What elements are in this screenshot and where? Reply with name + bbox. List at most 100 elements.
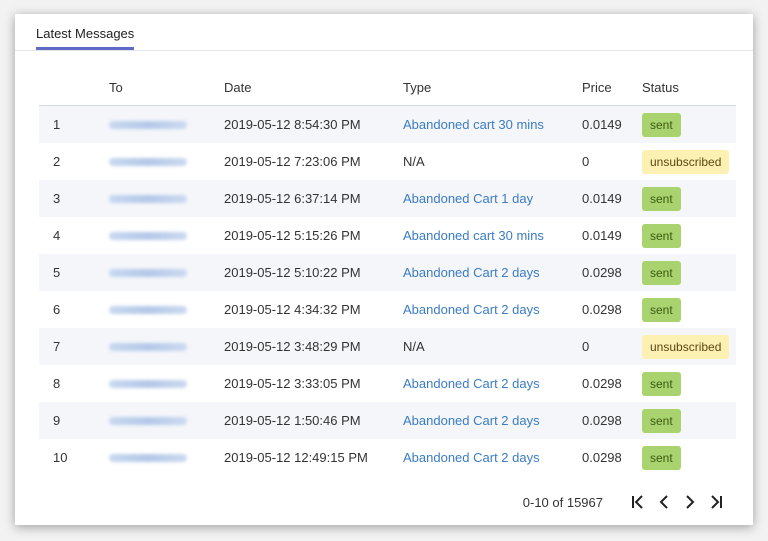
recipient-cell [109, 105, 224, 143]
status-badge: sent [642, 260, 681, 285]
header-date[interactable]: Date [224, 69, 403, 106]
price-cell: 0.0298 [582, 302, 622, 317]
recipient-redacted [109, 158, 187, 166]
recipient-cell [109, 180, 224, 217]
type-link[interactable]: Abandoned Cart 2 days [403, 265, 540, 280]
header-status[interactable]: Status [642, 69, 736, 106]
status-badge: sent [642, 223, 681, 248]
status-badge: unsubscribed [642, 334, 730, 359]
messages-table: To Date Type Price Status 1 2019-05-12 8:… [39, 69, 736, 476]
date-cell: 2019-05-12 12:49:15 PM [224, 450, 368, 465]
table-row[interactable]: 2 2019-05-12 7:23:06 PM N/A 0 unsubscribed [39, 143, 736, 180]
date-cell: 2019-05-12 3:48:29 PM [224, 328, 403, 365]
status-badge: sent [642, 371, 681, 396]
next-page-button[interactable] [677, 492, 703, 512]
date-cell: 2019-05-12 1:50:46 PM [224, 402, 403, 439]
table-row[interactable]: 8 2019-05-12 3:33:05 PM Abandoned Cart 2 d… [39, 365, 736, 402]
recipient-redacted [109, 269, 187, 277]
recipient-cell [109, 291, 224, 328]
recipient-redacted [109, 232, 187, 240]
type-link[interactable]: Abandoned Cart 2 days [403, 302, 540, 317]
row-number: 8 [53, 376, 61, 391]
last-page-icon [711, 495, 722, 509]
tab-latest-messages[interactable]: Latest Messages [36, 26, 135, 50]
table-header-row: To Date Type Price Status [39, 69, 736, 106]
price-cell: 0.0149 [582, 228, 622, 243]
type-link[interactable]: Abandoned Cart 2 days [403, 413, 540, 428]
first-page-button[interactable] [625, 492, 651, 512]
row-number: 1 [39, 105, 109, 143]
status-badge: sent [642, 297, 681, 322]
status-badge: sent [642, 186, 681, 211]
row-number: 6 [53, 302, 61, 317]
row-number: 7 [39, 328, 109, 365]
price-cell: 0.0298 [582, 450, 622, 465]
recipient-redacted [109, 121, 187, 129]
table-row[interactable]: 7 2019-05-12 3:48:29 PM N/A 0 unsubscribed [39, 328, 736, 365]
recipient-redacted [109, 306, 187, 314]
table-row[interactable]: 9 2019-05-12 1:50:46 PM Abandoned Cart 2 d… [39, 402, 736, 439]
status-badge: sent [642, 445, 681, 470]
date-cell: 2019-05-12 6:37:14 PM [224, 180, 403, 217]
recipient-redacted [109, 195, 187, 203]
price-cell: 0.0149 [582, 180, 642, 217]
header-num [39, 69, 109, 106]
type-link[interactable]: Abandoned cart 30 mins [403, 228, 544, 243]
row-number: 10 [53, 450, 68, 465]
price-cell: 0.0298 [582, 402, 642, 439]
date-cell: 2019-05-12 4:34:32 PM [224, 302, 361, 317]
date-cell: 2019-05-12 7:23:06 PM [224, 154, 361, 169]
price-cell: 0.0298 [582, 254, 642, 291]
recipient-redacted [109, 417, 187, 425]
first-page-icon [632, 495, 643, 509]
status-badge: unsubscribed [642, 149, 730, 174]
recipient-cell [109, 402, 224, 439]
date-cell: 2019-05-12 8:54:30 PM [224, 105, 403, 143]
type-link[interactable]: Abandoned Cart 2 days [403, 450, 540, 465]
type-link[interactable]: Abandoned Cart 1 day [403, 191, 533, 206]
table-row[interactable]: 6 2019-05-12 4:34:32 PM Abandoned Cart 2 d… [39, 291, 736, 328]
type-text: N/A [403, 339, 425, 354]
price-cell: 0 [582, 328, 642, 365]
recipient-redacted [109, 454, 187, 462]
type-link[interactable]: Abandoned Cart 2 days [403, 376, 540, 391]
date-cell: 2019-05-12 5:10:22 PM [224, 254, 403, 291]
recipient-redacted [109, 380, 187, 388]
tab-bar: Latest Messages [15, 14, 753, 51]
pagination-range: 0-10 of 15967 [522, 494, 603, 510]
recipient-cell [109, 217, 224, 254]
row-number: 2 [53, 154, 61, 169]
recipient-cell [109, 254, 224, 291]
row-number: 3 [39, 180, 109, 217]
header-type[interactable]: Type [403, 69, 582, 106]
prev-page-button[interactable] [651, 492, 677, 512]
table-row[interactable]: 10 2019-05-12 12:49:15 PM Abandoned Cart 2… [39, 439, 736, 476]
last-page-button[interactable] [703, 492, 729, 512]
row-number: 9 [39, 402, 109, 439]
recipient-redacted [109, 343, 187, 351]
recipient-cell [109, 365, 224, 402]
status-badge: sent [642, 112, 681, 137]
type-link[interactable]: Abandoned cart 30 mins [403, 117, 544, 132]
pagination: 0-10 of 15967 [523, 492, 729, 512]
next-page-icon [686, 495, 695, 509]
price-cell: 0.0149 [582, 105, 642, 143]
price-cell: 0.0298 [582, 376, 622, 391]
status-badge: sent [642, 408, 681, 433]
price-cell: 0 [582, 154, 590, 169]
header-to[interactable]: To [109, 69, 224, 106]
table-row[interactable]: 5 2019-05-12 5:10:22 PM Abandoned Cart 2 d… [39, 254, 736, 291]
prev-page-icon [659, 495, 668, 509]
table-row[interactable]: 1 2019-05-12 8:54:30 PM Abandoned cart 30 … [39, 105, 736, 143]
table-row[interactable]: 3 2019-05-12 6:37:14 PM Abandoned Cart 1 d… [39, 180, 736, 217]
row-number: 5 [39, 254, 109, 291]
type-text: N/A [403, 154, 425, 169]
latest-messages-card: Latest Messages To Date Type Price Statu… [15, 14, 753, 525]
recipient-cell [109, 328, 224, 365]
table-row[interactable]: 4 2019-05-12 5:15:26 PM Abandoned cart 30 … [39, 217, 736, 254]
recipient-cell [109, 143, 224, 180]
header-price[interactable]: Price [582, 69, 642, 106]
row-number: 4 [53, 228, 61, 243]
recipient-cell [109, 439, 224, 476]
date-cell: 2019-05-12 3:33:05 PM [224, 376, 361, 391]
